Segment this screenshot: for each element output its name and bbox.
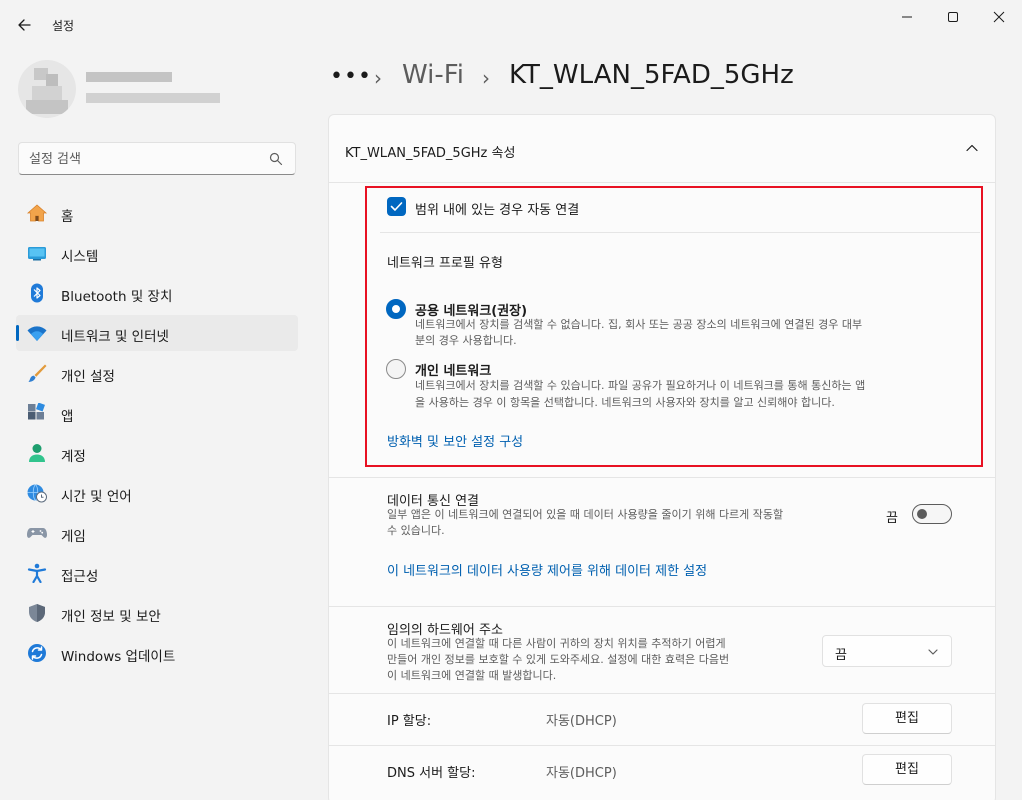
metered-toggle-label: 끔 bbox=[886, 511, 898, 526]
chevron-right-icon: › bbox=[482, 66, 490, 90]
sidebar-item-label: 네트워크 및 인터넷 bbox=[61, 329, 169, 345]
sidebar-item-time-language[interactable]: 시간 및 언어 bbox=[16, 475, 298, 511]
sidebar-item-network[interactable]: 네트워크 및 인터넷 bbox=[16, 315, 298, 351]
wifi-icon bbox=[27, 326, 47, 341]
sidebar-item-personalization[interactable]: 개인 설정 bbox=[16, 355, 298, 391]
sidebar-item-label: 시스템 bbox=[61, 249, 99, 265]
system-icon bbox=[28, 247, 46, 261]
minimize-icon bbox=[902, 16, 912, 18]
maximize-button[interactable] bbox=[930, 0, 976, 34]
random-hardware-selected: 끔 bbox=[835, 648, 847, 663]
profile-type-heading: 네트워크 프로필 유형 bbox=[387, 256, 503, 271]
divider bbox=[329, 606, 995, 607]
search-input[interactable] bbox=[29, 149, 249, 169]
globe-clock-icon bbox=[27, 484, 47, 503]
app-title: 설정 bbox=[52, 19, 75, 33]
sidebar-item-accounts[interactable]: 계정 bbox=[16, 435, 298, 471]
search-box[interactable] bbox=[18, 142, 296, 175]
sidebar-item-label: 접근성 bbox=[61, 569, 99, 585]
back-button[interactable] bbox=[14, 14, 36, 36]
sidebar-item-gaming[interactable]: 게임 bbox=[16, 515, 298, 551]
random-hardware-description: 이 네트워크에 연결할 때 발생합니다. bbox=[387, 669, 557, 682]
sidebar-item-bluetooth[interactable]: Bluetooth 및 장치 bbox=[16, 275, 298, 311]
sidebar-item-label: 계정 bbox=[61, 449, 86, 465]
sidebar-item-privacy[interactable]: 개인 정보 및 보안 bbox=[16, 595, 298, 631]
public-network-description: 분의 경우 사용합니다. bbox=[415, 334, 517, 347]
title-bar: 설정 bbox=[0, 0, 1022, 48]
accessibility-icon bbox=[27, 563, 47, 583]
random-hardware-description: 이 네트워크에 연결할 때 다른 사람이 귀하의 장치 위치를 추적하기 어렵게 bbox=[387, 637, 726, 650]
divider bbox=[329, 745, 995, 746]
private-network-description: 네트워크에서 장치를 검색할 수 있습니다. 파일 공유가 필요하거나 이 네트… bbox=[415, 379, 866, 392]
chevron-right-icon: › bbox=[374, 66, 382, 90]
sidebar-item-label: 앱 bbox=[61, 409, 74, 425]
random-hardware-dropdown[interactable]: 끔 bbox=[822, 635, 952, 667]
maximize-icon bbox=[948, 12, 958, 22]
account-icon bbox=[29, 444, 45, 462]
sidebar-item-label: 홈 bbox=[61, 209, 74, 225]
auto-connect-label: 범위 내에 있는 경우 자동 연결 bbox=[415, 203, 580, 218]
sidebar-item-home[interactable]: 홈 bbox=[16, 195, 298, 231]
divider bbox=[329, 693, 995, 694]
avatar[interactable] bbox=[18, 60, 76, 118]
close-icon bbox=[993, 11, 1005, 23]
sidebar-item-label: 개인 설정 bbox=[61, 369, 115, 385]
chevron-down-icon bbox=[928, 649, 938, 655]
dns-assignment-label: DNS 서버 할당: bbox=[387, 766, 476, 781]
sidebar-item-label: 시간 및 언어 bbox=[61, 489, 132, 505]
sidebar-item-apps[interactable]: 앱 bbox=[16, 395, 298, 431]
sidebar-item-label: Windows 업데이트 bbox=[61, 649, 176, 665]
bluetooth-icon bbox=[31, 283, 43, 303]
breadcrumb-item-wifi[interactable]: Wi-Fi bbox=[402, 60, 464, 90]
update-icon bbox=[28, 644, 46, 662]
divider bbox=[329, 477, 995, 478]
brush-icon bbox=[28, 364, 47, 382]
close-button[interactable] bbox=[976, 0, 1022, 34]
public-network-description: 네트워크에서 장치를 검색할 수 없습니다. 집, 회사 또는 공공 장소의 네… bbox=[415, 318, 863, 331]
back-arrow-icon bbox=[18, 19, 31, 31]
public-network-radio[interactable] bbox=[386, 299, 406, 319]
ip-assignment-label: IP 할당: bbox=[387, 714, 432, 729]
private-network-label: 개인 네트워크 bbox=[415, 364, 492, 379]
breadcrumb-overflow-button[interactable]: ••• bbox=[330, 64, 372, 89]
properties-card-header[interactable]: KT_WLAN_5FAD_5GHz 속성 bbox=[329, 115, 995, 183]
data-limit-link[interactable]: 이 네트워크의 데이터 사용량 제어를 위해 데이터 제한 설정 bbox=[387, 560, 707, 579]
apps-icon bbox=[28, 403, 45, 420]
home-icon bbox=[26, 204, 48, 222]
user-name-redacted bbox=[86, 72, 172, 82]
private-network-description: 을 사용하는 경우 이 항목을 선택합니다. 네트워크의 사용자와 장치를 알고… bbox=[415, 396, 835, 409]
sidebar-item-label: 게임 bbox=[61, 529, 86, 545]
dns-assignment-value: 자동(DHCP) bbox=[546, 766, 617, 781]
page-title: KT_WLAN_5FAD_5GHz bbox=[509, 60, 794, 90]
firewall-settings-link[interactable]: 방화벽 및 보안 설정 구성 bbox=[387, 431, 523, 450]
sidebar-item-accessibility[interactable]: 접근성 bbox=[16, 555, 298, 591]
dns-edit-button[interactable]: 편집 bbox=[862, 754, 952, 785]
metered-connection-description: 수 있습니다. bbox=[387, 524, 445, 537]
minimize-button[interactable] bbox=[884, 0, 930, 34]
random-hardware-description: 만들어 개인 정보를 보호할 수 있게 도와주세요. 설정에 대한 효력은 다음… bbox=[387, 653, 730, 666]
metered-connection-toggle[interactable] bbox=[912, 504, 952, 524]
chevron-up-icon[interactable] bbox=[965, 141, 979, 155]
ip-edit-button[interactable]: 편집 bbox=[862, 703, 952, 734]
ip-assignment-value: 자동(DHCP) bbox=[546, 714, 617, 729]
sidebar-item-label: Bluetooth 및 장치 bbox=[61, 289, 173, 305]
sidebar-item-system[interactable]: 시스템 bbox=[16, 235, 298, 271]
checkmark-icon bbox=[390, 202, 403, 211]
properties-header: KT_WLAN_5FAD_5GHz 속성 bbox=[345, 146, 516, 161]
metered-connection-description: 일부 앱은 이 네트워크에 연결되어 있을 때 데이터 사용량을 줄이기 위해 … bbox=[387, 508, 784, 521]
sidebar-item-label: 개인 정보 및 보안 bbox=[61, 609, 161, 625]
gamepad-icon bbox=[27, 528, 47, 538]
auto-connect-checkbox[interactable] bbox=[387, 197, 406, 216]
divider bbox=[329, 182, 995, 183]
search-icon bbox=[269, 152, 283, 166]
private-network-radio[interactable] bbox=[386, 359, 406, 379]
sidebar-nav: 홈 시스템 Bluetooth 및 장치 네트워크 및 인터넷 개인 설정 앱 … bbox=[16, 195, 298, 675]
sidebar-item-windows-update[interactable]: Windows 업데이트 bbox=[16, 635, 298, 671]
shield-icon bbox=[29, 604, 45, 622]
user-email-redacted bbox=[86, 93, 220, 103]
